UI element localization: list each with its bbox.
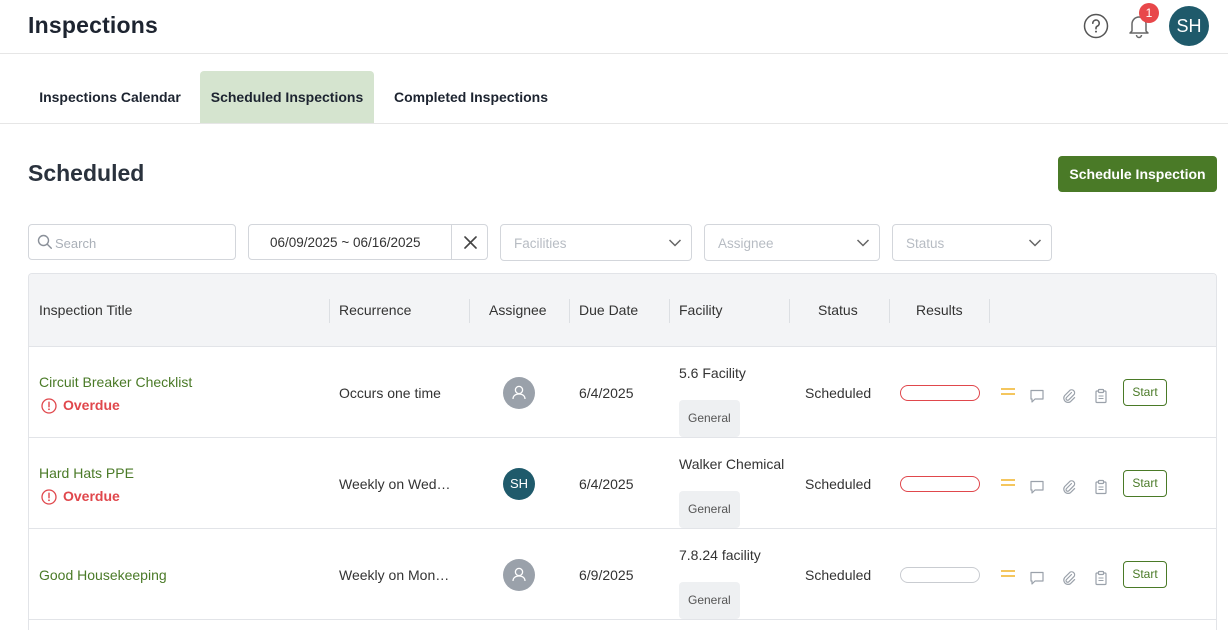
column-header-facility[interactable]: Facility xyxy=(679,274,723,346)
facilities-select[interactable]: Facilities xyxy=(500,224,692,261)
comment-icon[interactable] xyxy=(1029,570,1045,586)
inspection-title-link[interactable]: Hard Hats PPE xyxy=(39,465,134,481)
help-button[interactable] xyxy=(1083,13,1109,39)
column-divider xyxy=(469,299,470,323)
assignee-avatar[interactable] xyxy=(503,559,535,591)
inspection-title-link[interactable]: Circuit Breaker Checklist xyxy=(39,374,192,390)
clear-date-button[interactable] xyxy=(451,225,488,259)
facility-name: 7.8.24 facility xyxy=(679,547,761,563)
tab-scheduled-inspections[interactable]: Scheduled Inspections xyxy=(200,71,374,123)
column-header-recurrence[interactable]: Recurrence xyxy=(339,274,411,346)
due-date: 6/4/2025 xyxy=(579,385,634,401)
column-divider xyxy=(669,299,670,323)
user-icon xyxy=(512,385,526,400)
status-select[interactable]: Status xyxy=(892,224,1052,261)
column-header-title[interactable]: Inspection Title xyxy=(39,274,132,346)
chevron-down-icon xyxy=(856,239,870,247)
due-date: 6/4/2025 xyxy=(579,476,634,492)
search-icon xyxy=(37,234,52,249)
facility-tag: General xyxy=(679,400,740,437)
results-progress-bar xyxy=(900,385,980,401)
column-divider xyxy=(989,299,990,323)
start-inspection-button[interactable]: Start xyxy=(1123,561,1167,588)
chevron-down-icon xyxy=(1028,239,1042,247)
date-range-value: 06/09/2025 ~ 06/16/2025 xyxy=(270,235,421,250)
status-text: Scheduled xyxy=(805,385,872,401)
facility-name: Walker Chemical xyxy=(679,456,785,472)
clipboard-icon[interactable] xyxy=(1093,479,1109,495)
column-divider xyxy=(889,299,890,323)
results-progress-bar xyxy=(900,567,980,583)
overdue-label: Overdue xyxy=(63,488,120,504)
priority-medium-icon xyxy=(1001,388,1015,395)
table-row[interactable]: Good Housekeeping Weekly on Mon… 6/9/202… xyxy=(29,529,1216,620)
close-icon xyxy=(464,236,477,249)
facility-tag: General xyxy=(679,582,740,619)
start-inspection-button[interactable]: Start xyxy=(1123,379,1167,406)
paperclip-icon[interactable] xyxy=(1061,570,1077,586)
facility-tag: General xyxy=(679,491,740,528)
clipboard-icon[interactable] xyxy=(1093,388,1109,404)
table-row[interactable]: Hard Hats PPE Overdue Weekly on Wed… SH … xyxy=(29,438,1216,529)
date-range-picker[interactable]: 06/09/2025 ~ 06/16/2025 xyxy=(248,224,488,260)
inspection-title-link[interactable]: Good Housekeeping xyxy=(39,567,167,583)
comment-icon[interactable] xyxy=(1029,388,1045,404)
assignee-avatar[interactable]: SH xyxy=(503,468,535,500)
priority-medium-icon xyxy=(1001,479,1015,486)
notification-badge: 1 xyxy=(1139,3,1159,23)
top-bar: Inspections 1 SH xyxy=(0,0,1228,54)
column-header-status[interactable]: Status xyxy=(818,274,858,346)
assignee-placeholder: Assignee xyxy=(718,236,774,251)
start-inspection-button[interactable]: Start xyxy=(1123,470,1167,497)
table-header: Inspection Title Recurrence Assignee Due… xyxy=(29,274,1216,347)
recurrence-text: Weekly on Mon… xyxy=(339,567,450,583)
tab-bar: Inspections Calendar Scheduled Inspectio… xyxy=(0,71,1228,124)
overdue-label: Overdue xyxy=(63,397,120,413)
recurrence-text: Weekly on Wed… xyxy=(339,476,451,492)
question-circle-icon xyxy=(1083,13,1109,39)
schedule-inspection-button[interactable]: Schedule Inspection xyxy=(1058,156,1217,192)
facilities-placeholder: Facilities xyxy=(514,236,567,251)
status-text: Scheduled xyxy=(805,476,872,492)
column-header-due-date[interactable]: Due Date xyxy=(579,274,638,346)
alert-circle-icon xyxy=(41,398,57,414)
status-text: Scheduled xyxy=(805,567,872,583)
paperclip-icon[interactable] xyxy=(1061,388,1077,404)
page-title: Inspections xyxy=(28,12,159,38)
tab-inspections-calendar[interactable]: Inspections Calendar xyxy=(30,71,190,123)
tab-completed-inspections[interactable]: Completed Inspections xyxy=(384,71,558,123)
clipboard-icon[interactable] xyxy=(1093,570,1109,586)
status-placeholder: Status xyxy=(906,236,945,251)
column-divider xyxy=(569,299,570,323)
recurrence-text: Occurs one time xyxy=(339,385,441,401)
section-title: Scheduled xyxy=(28,160,145,186)
search-input[interactable] xyxy=(55,233,225,253)
alert-circle-icon xyxy=(41,489,57,505)
facility-name: 5.6 Facility xyxy=(679,365,746,381)
results-progress-bar xyxy=(900,476,980,492)
column-header-assignee[interactable]: Assignee xyxy=(489,274,547,346)
comment-icon[interactable] xyxy=(1029,479,1045,495)
chevron-down-icon xyxy=(668,239,682,247)
column-header-results[interactable]: Results xyxy=(916,274,963,346)
column-divider xyxy=(789,299,790,323)
inspections-table: Inspection Title Recurrence Assignee Due… xyxy=(28,273,1217,630)
search-box[interactable] xyxy=(28,224,236,260)
user-icon xyxy=(512,567,526,582)
table-row[interactable]: Circuit Breaker Checklist Overdue Occurs… xyxy=(29,347,1216,438)
assignee-select[interactable]: Assignee xyxy=(704,224,880,261)
column-divider xyxy=(329,299,330,323)
assignee-avatar[interactable] xyxy=(503,377,535,409)
due-date: 6/9/2025 xyxy=(579,567,634,583)
paperclip-icon[interactable] xyxy=(1061,479,1077,495)
priority-medium-icon xyxy=(1001,570,1015,577)
user-avatar[interactable]: SH xyxy=(1169,6,1209,46)
